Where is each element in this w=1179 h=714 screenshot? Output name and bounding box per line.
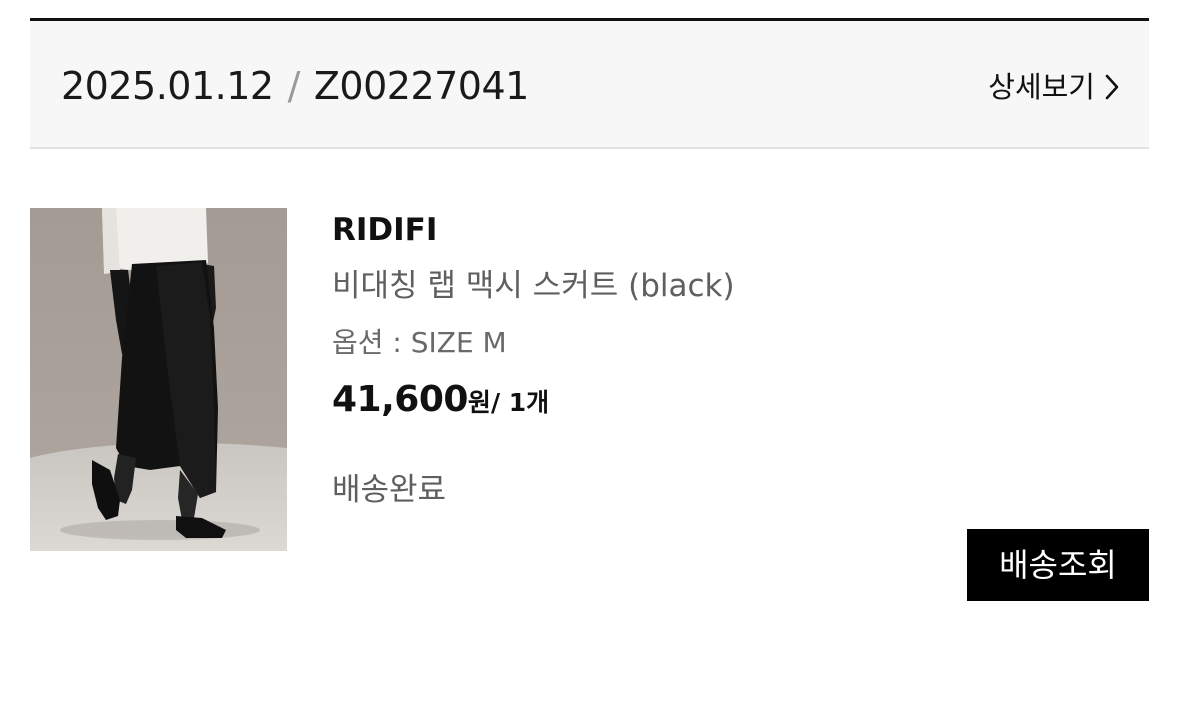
- product-photo: [30, 208, 287, 551]
- price-quantity: / 1개: [490, 388, 550, 417]
- product-option: 옵션 : SIZE M: [332, 326, 507, 359]
- product-name[interactable]: 비대칭 랩 맥시 스커트 (black): [332, 266, 735, 306]
- product-price: 41,600원/ 1개: [332, 378, 549, 425]
- order-meta: 2025.01.12 / Z00227041: [61, 64, 529, 108]
- price-currency: 원: [467, 388, 491, 417]
- product-image[interactable]: [30, 208, 287, 551]
- order-separator: /: [287, 64, 301, 108]
- order-card: 2025.01.12 / Z00227041 상세보기 RIDIFI 비대칭 랩 맥…: [30, 18, 1149, 601]
- product-brand[interactable]: RIDIFI: [332, 210, 437, 250]
- track-delivery-button[interactable]: 배송조회: [967, 529, 1149, 601]
- delivery-status: 배송완료: [332, 472, 447, 508]
- order-number: Z00227041: [313, 64, 529, 108]
- order-header: 2025.01.12 / Z00227041 상세보기: [30, 18, 1149, 149]
- detail-link-label: 상세보기: [988, 70, 1095, 104]
- order-date: 2025.01.12: [61, 64, 274, 108]
- price-amount: 41,600: [332, 379, 468, 420]
- order-detail-link[interactable]: 상세보기: [988, 70, 1119, 104]
- chevron-right-icon: [1105, 74, 1119, 100]
